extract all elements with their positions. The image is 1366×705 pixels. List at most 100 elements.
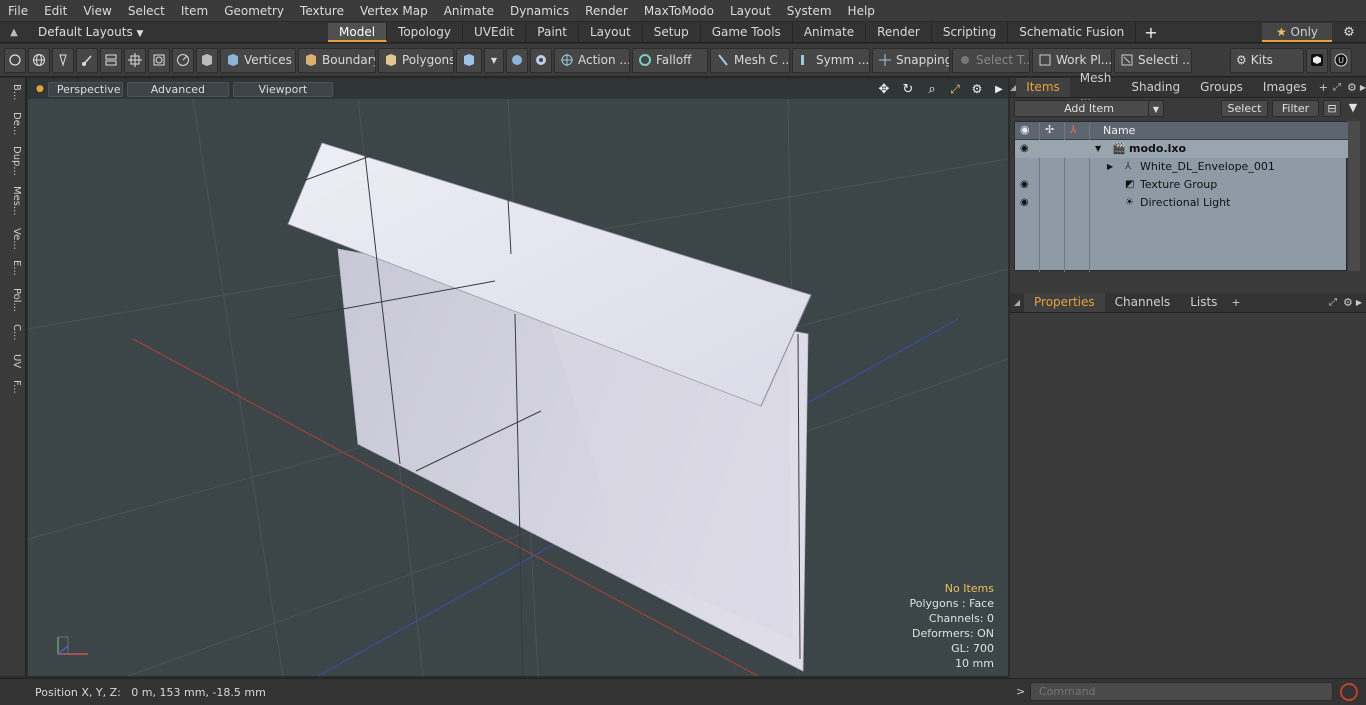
menu-maxtomodo[interactable]: MaxToModo bbox=[636, 0, 722, 22]
play-icon[interactable]: ▶ bbox=[1360, 83, 1366, 92]
tab-items[interactable]: Items bbox=[1016, 78, 1070, 97]
expand-arrow-icon[interactable]: ▶ bbox=[1107, 158, 1113, 176]
lock-icon[interactable]: ✢ bbox=[1045, 123, 1054, 136]
tab-properties[interactable]: Properties bbox=[1024, 293, 1105, 312]
mesh-constraint-button[interactable]: Mesh C ... bbox=[710, 47, 790, 73]
material-icon[interactable] bbox=[506, 47, 528, 73]
left-tab-vertex[interactable]: Ve... bbox=[4, 228, 22, 250]
move-view-icon[interactable]: ✥ bbox=[874, 82, 894, 97]
list-item[interactable]: ▶ ⅄ White_DL_Envelope_001 bbox=[1015, 158, 1348, 176]
tab-layout[interactable]: Layout bbox=[579, 22, 643, 42]
3d-viewport[interactable]: No Items Polygons : Face Channels: 0 Def… bbox=[28, 99, 1008, 676]
menu-help[interactable]: Help bbox=[840, 0, 883, 22]
item-mode-icon[interactable] bbox=[456, 47, 482, 73]
axis-icon[interactable]: ⅄ bbox=[1070, 123, 1077, 136]
menu-file[interactable]: File bbox=[0, 0, 36, 22]
name-column-header[interactable]: Name bbox=[1103, 124, 1135, 137]
tab-groups[interactable]: Groups bbox=[1190, 78, 1253, 97]
item-list[interactable]: ◉ ✢ ⅄ Name ◉ ▼ 🎬 modo.lxo ▶ ⅄ White_DL_E… bbox=[1014, 121, 1348, 272]
boundary-button[interactable]: Boundary bbox=[298, 47, 376, 73]
play-icon[interactable]: ▶ bbox=[1356, 298, 1366, 307]
advanced-button[interactable]: Advanced bbox=[126, 81, 229, 97]
list-item[interactable]: ◉ ◩ Texture Group bbox=[1015, 176, 1348, 194]
left-tab-uv[interactable]: UV bbox=[4, 354, 22, 368]
add-tab-icon[interactable]: + bbox=[1136, 23, 1165, 42]
add-tab-icon[interactable]: + bbox=[1317, 81, 1330, 94]
menu-layout[interactable]: Layout bbox=[722, 0, 779, 22]
gear-icon[interactable]: ⚙ bbox=[1344, 81, 1360, 94]
eye-icon[interactable]: ◉ bbox=[1020, 179, 1032, 191]
polygons-button[interactable]: Polygons bbox=[378, 47, 454, 73]
gear-icon[interactable]: ⚙ bbox=[1340, 296, 1356, 309]
tab-schematic-fusion[interactable]: Schematic Fusion bbox=[1008, 22, 1137, 42]
left-tab-basic[interactable]: B... bbox=[4, 84, 22, 100]
select-circle-icon[interactable] bbox=[4, 47, 26, 73]
tab-scripting[interactable]: Scripting bbox=[932, 22, 1009, 42]
rotate-view-icon[interactable]: ↻ bbox=[898, 82, 918, 97]
menu-view[interactable]: View bbox=[75, 0, 119, 22]
layout-selector[interactable]: Default Layouts ▼ bbox=[28, 25, 328, 39]
tab-setup[interactable]: Setup bbox=[643, 22, 701, 42]
gear-icon[interactable]: ⚙ bbox=[968, 82, 986, 96]
menu-geometry[interactable]: Geometry bbox=[216, 0, 292, 22]
eye-icon[interactable]: ◉ bbox=[1020, 143, 1032, 155]
left-tab-deform[interactable]: De... bbox=[4, 112, 22, 135]
selection-sets-button[interactable]: Selecti ... bbox=[1114, 47, 1192, 73]
tab-images[interactable]: Images bbox=[1253, 78, 1317, 97]
tab-model[interactable]: Model bbox=[328, 22, 388, 42]
soft-select-icon[interactable] bbox=[172, 47, 194, 73]
add-item-button[interactable]: Add Item bbox=[1014, 100, 1164, 117]
left-tab-edge[interactable]: E... bbox=[4, 260, 22, 276]
pen-icon[interactable] bbox=[52, 47, 74, 73]
tab-shading[interactable]: Shading bbox=[1121, 78, 1190, 97]
transform-icon[interactable] bbox=[124, 47, 146, 73]
kits-button[interactable]: ⚙ Kits bbox=[1230, 47, 1304, 73]
expand-icon[interactable]: ⤢ bbox=[1330, 82, 1344, 93]
menu-system[interactable]: System bbox=[779, 0, 840, 22]
maximize-view-icon[interactable]: ⤢ bbox=[946, 82, 964, 97]
tab-uvedit[interactable]: UVEdit bbox=[463, 22, 527, 42]
eye-icon[interactable]: ◉ bbox=[1020, 123, 1030, 136]
perspective-button[interactable]: Perspective bbox=[47, 81, 123, 97]
left-tab-fusion[interactable]: F... bbox=[4, 380, 22, 394]
select-through-button[interactable]: Select T... bbox=[952, 47, 1030, 73]
menu-item[interactable]: Item bbox=[173, 0, 216, 22]
snapping-button[interactable]: Snapping bbox=[872, 47, 950, 73]
expand-arrow-icon[interactable]: ▼ bbox=[1095, 140, 1101, 158]
chevron-down-icon[interactable]: ▼ bbox=[484, 47, 504, 73]
menu-edit[interactable]: Edit bbox=[36, 0, 75, 22]
select-button[interactable]: Select bbox=[1221, 100, 1268, 117]
symmetry-button[interactable]: Symm ... bbox=[792, 47, 870, 73]
tab-lists[interactable]: Lists bbox=[1180, 293, 1227, 312]
left-tab-curve[interactable]: C... bbox=[4, 324, 22, 341]
menu-select[interactable]: Select bbox=[120, 0, 173, 22]
shield-icon[interactable] bbox=[196, 47, 218, 73]
filter-button[interactable]: Filter bbox=[1272, 100, 1319, 117]
brush-icon[interactable] bbox=[76, 47, 98, 73]
menu-render[interactable]: Render bbox=[577, 0, 636, 22]
menu-dynamics[interactable]: Dynamics bbox=[502, 0, 577, 22]
tab-channels[interactable]: Channels bbox=[1105, 293, 1181, 312]
eye-icon[interactable]: ◉ bbox=[1020, 197, 1032, 209]
tab-render[interactable]: Render bbox=[866, 22, 932, 42]
collapse-icon[interactable]: ⊟ bbox=[1323, 100, 1341, 117]
vertices-button[interactable]: Vertices bbox=[220, 47, 296, 73]
center-icon[interactable] bbox=[530, 47, 552, 73]
menu-animate[interactable]: Animate bbox=[436, 0, 502, 22]
falloff-button[interactable]: Falloff bbox=[632, 47, 708, 73]
command-input[interactable] bbox=[1030, 682, 1333, 701]
play-icon[interactable]: ▶ bbox=[990, 84, 1008, 95]
menu-texture[interactable]: Texture bbox=[292, 0, 352, 22]
zoom-view-icon[interactable]: ⌕ bbox=[922, 82, 942, 97]
funnel-icon[interactable]: ▼ bbox=[1344, 100, 1362, 117]
align-icon[interactable] bbox=[100, 47, 122, 73]
add-tab-icon[interactable]: + bbox=[1227, 296, 1244, 309]
left-tab-mesh-edit[interactable]: Mes... bbox=[4, 186, 22, 216]
frame-icon[interactable] bbox=[148, 47, 170, 73]
gear-icon[interactable]: ⚙ bbox=[1332, 25, 1366, 40]
list-item[interactable]: ◉ ▼ 🎬 modo.lxo bbox=[1015, 140, 1348, 158]
action-button[interactable]: Action ... bbox=[554, 47, 630, 73]
left-tab-duplicate[interactable]: Dup... bbox=[4, 146, 22, 176]
tab-game-tools[interactable]: Game Tools bbox=[701, 22, 793, 42]
chevron-down-icon[interactable]: ▼ bbox=[1148, 100, 1164, 117]
